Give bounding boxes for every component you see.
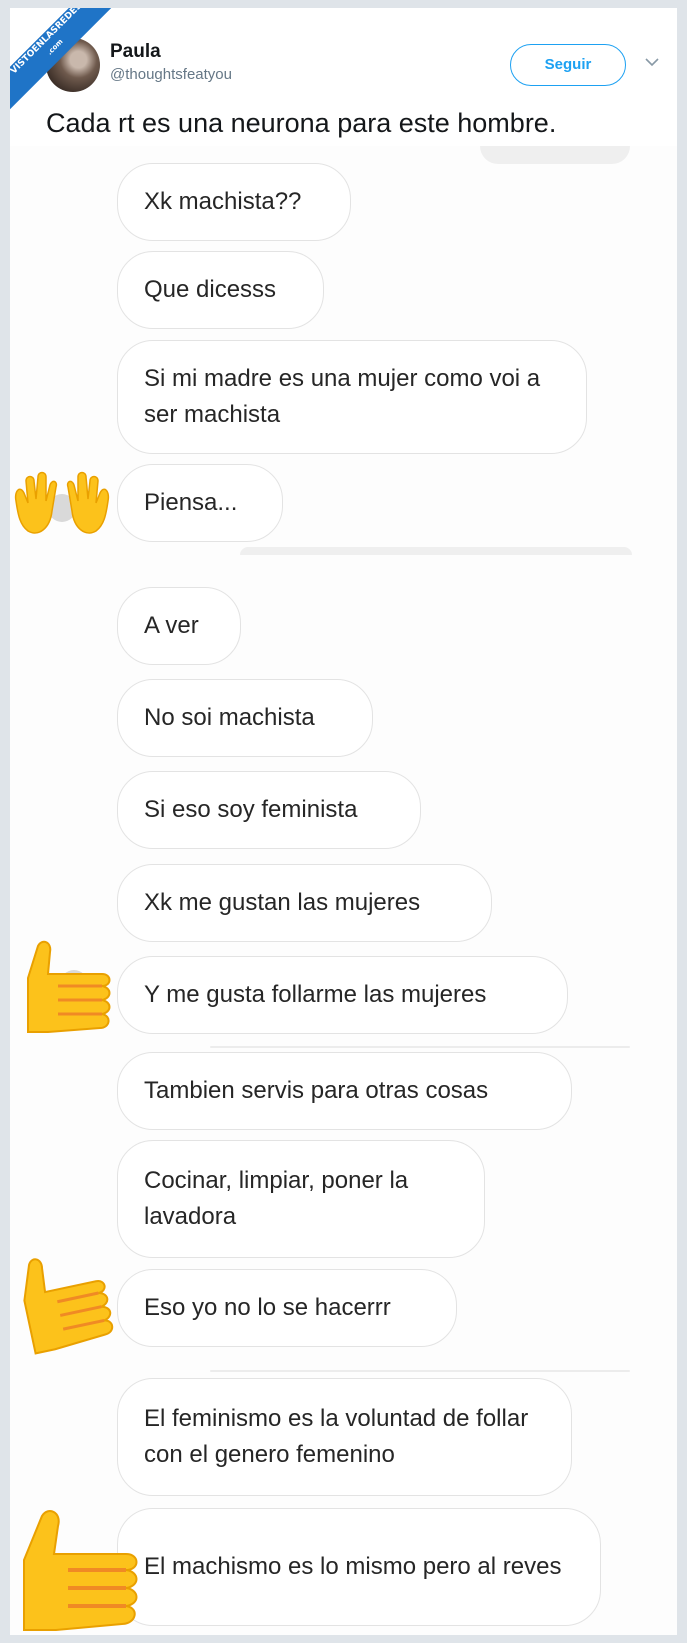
tweet-text: Cada rt es una neurona para este hombre. — [46, 108, 557, 138]
message-text: Tambien servis para otras cosas — [144, 1077, 489, 1104]
watermark-text: VISTOENLASREDES — [10, 8, 85, 77]
chat-bubble: Xk me gustan las mujeres — [117, 864, 492, 942]
message-text: Si mi madre es una mujer como voi a ser … — [144, 365, 541, 428]
chat-bubble: Si eso soy feminista — [117, 771, 421, 849]
chat-bubble: Xk machista?? — [117, 163, 351, 241]
message-text: Si eso soy feminista — [144, 796, 358, 823]
chat-bubble: No soi machista — [117, 679, 373, 757]
partial-message — [480, 146, 630, 164]
raised-hands-emoji-icon — [14, 471, 110, 534]
chat-bubble: Piensa... — [117, 464, 283, 542]
watermark: VISTOENLASREDES .com — [10, 8, 120, 118]
message-text: Y me gusta follarme las mujeres — [144, 981, 487, 1008]
follow-button[interactable]: Seguir — [510, 44, 626, 86]
message-text: Cocinar, limpiar, poner la lavadora — [144, 1167, 409, 1230]
chat-bubble: Si mi madre es una mujer como voi a ser … — [117, 340, 587, 454]
divider — [210, 1046, 630, 1048]
chat-bubble: El machismo es lo mismo pero al reves — [117, 1508, 601, 1626]
author-handle[interactable]: @thoughtsfeatyou — [110, 66, 232, 83]
chat-bubble: A ver — [117, 587, 241, 665]
chevron-down-icon[interactable] — [644, 54, 660, 70]
message-text: No soi machista — [144, 704, 315, 731]
chat-bubble: Que dicesss — [117, 251, 324, 329]
tweet-card: VISTOENLASREDES .com Paula @thoughtsfeat… — [10, 8, 677, 1635]
message-text: Que dicesss — [144, 276, 277, 303]
message-text: Xk machista?? — [144, 188, 302, 215]
chat-bubble: Cocinar, limpiar, poner la lavadora — [117, 1140, 485, 1258]
chat-bubble: Tambien servis para otras cosas — [117, 1052, 572, 1130]
chat-bubble: El feminismo es la voluntad de follar co… — [117, 1378, 572, 1496]
watermark-ribbon: VISTOENLASREDES .com — [10, 8, 120, 116]
message-text: Eso yo no lo se hacerrr — [144, 1294, 391, 1321]
partial-message — [240, 547, 632, 555]
thumbs-up-emoji-icon — [23, 1510, 138, 1631]
message-text: A ver — [144, 612, 199, 639]
divider — [210, 1370, 630, 1372]
message-text: El feminismo es la voluntad de follar co… — [144, 1405, 529, 1468]
thumbs-up-emoji-icon — [23, 1258, 114, 1355]
chat-screenshot: Xk machista?? Que dicesss Si mi madre es… — [10, 146, 677, 1635]
chat-bubble: Y me gusta follarme las mujeres — [117, 956, 568, 1034]
message-text: El machismo es lo mismo pero al reves — [144, 1553, 562, 1580]
message-text: Piensa... — [144, 489, 238, 516]
thumbs-up-emoji-icon — [27, 940, 111, 1033]
chat-bubble: Eso yo no lo se hacerrr — [117, 1269, 457, 1347]
message-text: Xk me gustan las mujeres — [144, 889, 421, 916]
